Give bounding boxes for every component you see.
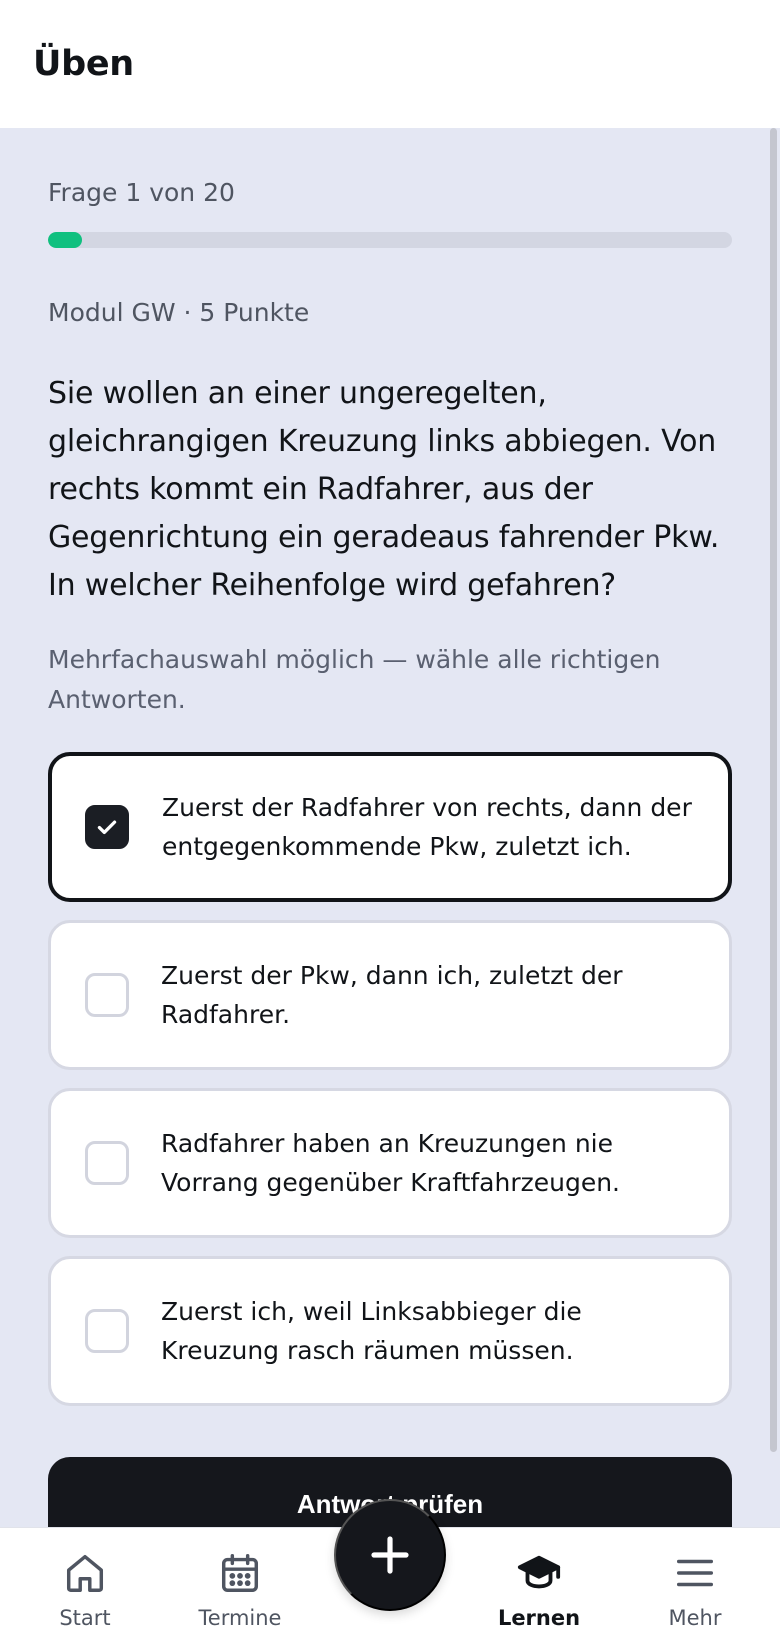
answer-label: Zuerst der Pkw, dann ich, zuletzt der Ra… (161, 961, 623, 1029)
checkbox[interactable] (85, 1309, 129, 1353)
checkmark-icon (97, 988, 117, 1003)
answer-label: Zuerst der Radfahrer von rechts, dann de… (162, 793, 692, 861)
nav-item-termine[interactable]: Termine (175, 1528, 305, 1646)
checkbox[interactable] (85, 973, 129, 1017)
nav-label: Lernen (497, 1606, 581, 1630)
graduation-cap-icon (517, 1555, 561, 1589)
nav-label: Termine (198, 1606, 282, 1630)
add-button[interactable] (334, 1499, 446, 1611)
calendar-icon (221, 1554, 259, 1592)
page-title: Üben (33, 44, 134, 84)
answer-option-4[interactable]: Zuerst ich, weil Linksabbieger die Kreuz… (48, 1256, 732, 1406)
home-icon (66, 1554, 104, 1592)
checkbox[interactable] (85, 805, 129, 849)
answer-list: Zuerst der Radfahrer von rechts, dann de… (48, 752, 732, 1424)
answer-option-1[interactable]: Zuerst der Radfahrer von rechts, dann de… (48, 752, 732, 902)
progress-bar (48, 232, 732, 248)
question-counter: Frage 1 von 20 (48, 178, 235, 207)
answer-label: Zuerst ich, weil Linksabbieger die Kreuz… (161, 1297, 582, 1365)
answer-option-2[interactable]: Zuerst der Pkw, dann ich, zuletzt der Ra… (48, 920, 732, 1070)
checkbox[interactable] (85, 1141, 129, 1185)
nav-label: Mehr (668, 1606, 722, 1630)
question-meta: Modul GW · 5 Punkte (48, 298, 310, 327)
nav-item-mehr[interactable]: Mehr (630, 1528, 760, 1646)
question-hint: Mehrfachauswahl möglich — wähle alle ric… (48, 645, 661, 714)
nav-item-start[interactable]: Start (20, 1528, 150, 1646)
scrollbar[interactable] (770, 128, 777, 1452)
checkmark-icon (97, 1156, 117, 1171)
menu-icon (676, 1559, 714, 1587)
nav-label: Start (59, 1606, 111, 1630)
answer-option-3[interactable]: Radfahrer haben an Kreuzungen nie Vorran… (48, 1088, 732, 1238)
progress-fill (48, 232, 83, 248)
checkmark-icon (97, 820, 117, 835)
app-header: Üben (0, 0, 780, 128)
nav-item-lernen[interactable]: Lernen (474, 1528, 604, 1646)
question-text: Sie wollen an einer ungeregelten, gleich… (48, 376, 720, 603)
plus-icon (371, 1536, 409, 1574)
quiz-main[interactable]: Frage 1 von 20 Modul GW · 5 Punkte Sie w… (0, 128, 780, 1527)
answer-label: Radfahrer haben an Kreuzungen nie Vorran… (161, 1129, 621, 1197)
checkmark-icon (97, 1324, 117, 1339)
